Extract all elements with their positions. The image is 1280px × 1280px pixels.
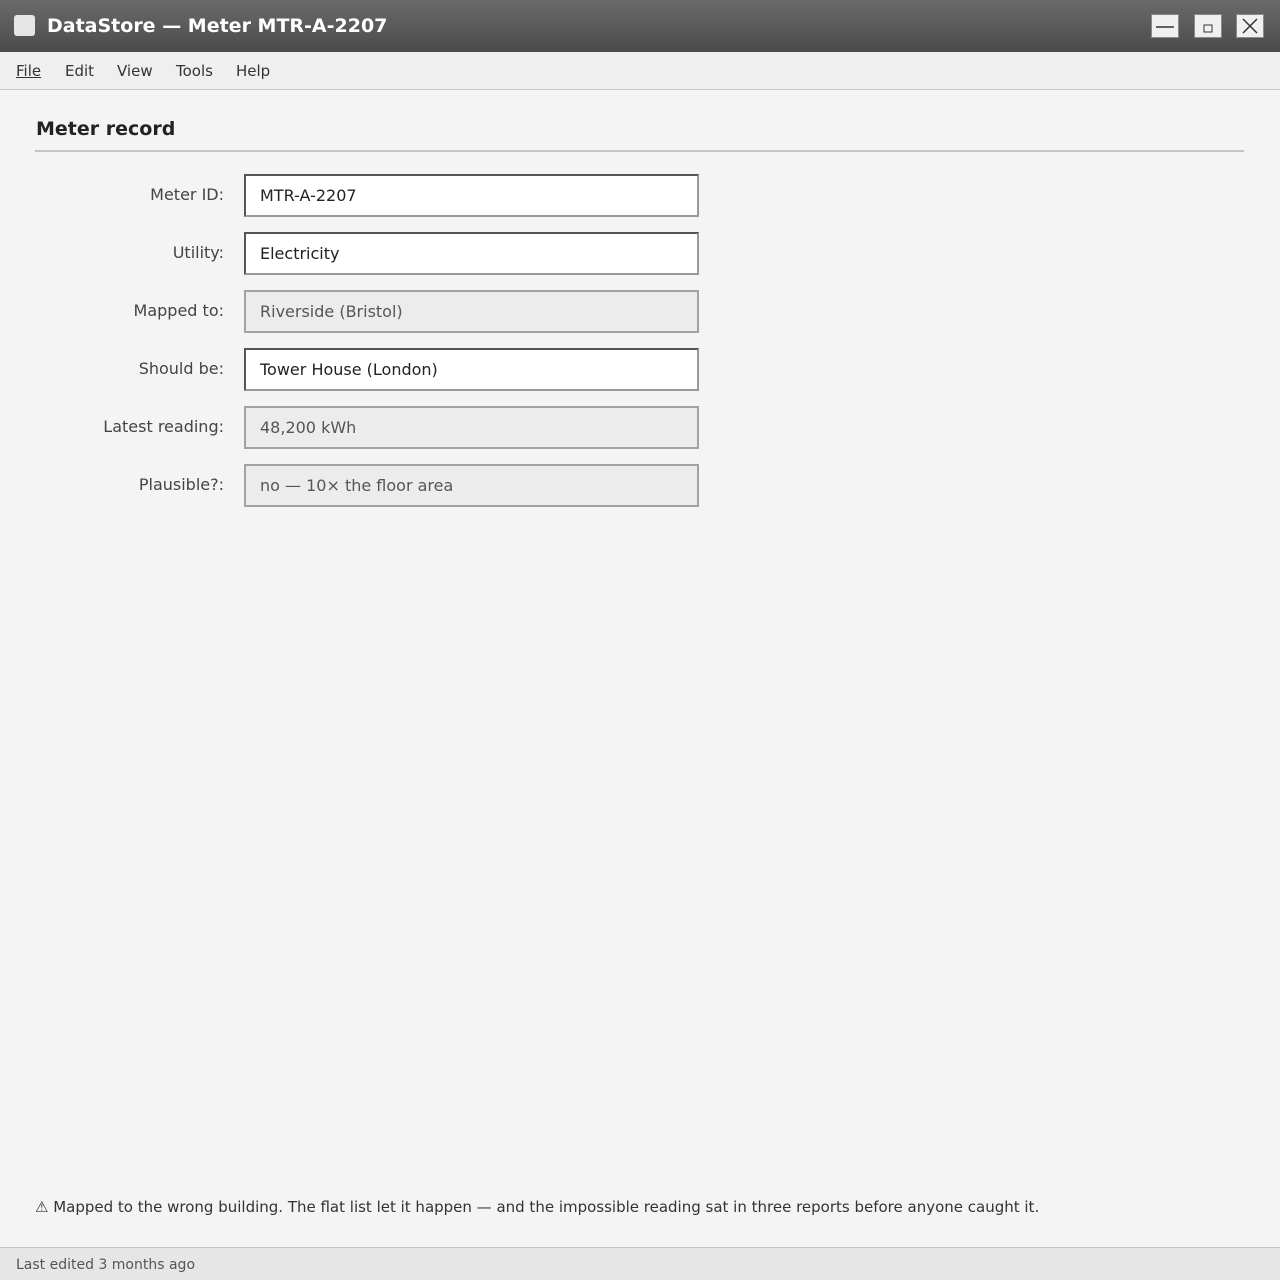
status-text: Last edited 3 months ago [16, 1257, 196, 1273]
menu-help[interactable]: Help [236, 61, 270, 81]
section-divider [35, 150, 1244, 152]
latest-reading-field: 48,200 kWh [244, 406, 699, 449]
section-title: Meter record [36, 118, 176, 140]
menu-view[interactable]: View [117, 61, 153, 81]
mapped-to-label: Mapped to: [133, 301, 224, 320]
minimize-icon [1156, 26, 1174, 28]
status-bar: Last edited 3 months ago [0, 1247, 1280, 1280]
latest-reading-label: Latest reading: [103, 417, 224, 436]
warning-message: ⚠ Mapped to the wrong building. The flat… [35, 1198, 1040, 1216]
meter-id-label: Meter ID: [150, 185, 224, 204]
close-button[interactable] [1236, 14, 1264, 38]
minimize-button[interactable] [1151, 14, 1179, 38]
menu-tools[interactable]: Tools [176, 61, 213, 81]
utility-field[interactable]: Electricity [244, 232, 699, 275]
menu-edit[interactable]: Edit [65, 61, 94, 81]
mapped-to-field: Riverside (Bristol) [244, 290, 699, 333]
title-bar: DataStore — Meter MTR-A-2207 [0, 0, 1280, 52]
app-window: DataStore — Meter MTR-A-2207 File Edit V… [0, 0, 1280, 1280]
close-icon [1242, 18, 1258, 34]
maximize-icon [1203, 24, 1213, 33]
should-be-label: Should be: [138, 359, 224, 378]
menu-file[interactable]: File [16, 61, 41, 81]
meter-id-field[interactable]: MTR-A-2207 [244, 174, 699, 217]
maximize-button[interactable] [1194, 14, 1222, 38]
menu-bar: File Edit View Tools Help [0, 52, 1280, 90]
app-icon [14, 15, 35, 36]
window-title: DataStore — Meter MTR-A-2207 [47, 15, 388, 37]
should-be-field[interactable]: Tower House (London) [244, 348, 699, 391]
utility-label: Utility: [172, 243, 224, 262]
plausible-label: Plausible?: [138, 475, 224, 494]
plausible-field: no — 10× the floor area [244, 464, 699, 507]
